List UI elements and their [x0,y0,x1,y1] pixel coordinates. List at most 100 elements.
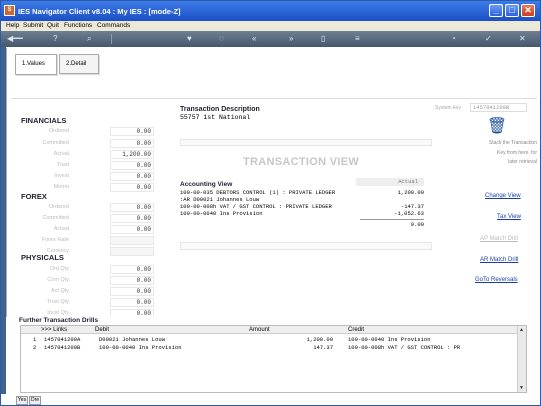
tab-values[interactable]: 1.Values [15,54,57,75]
physicals-comqty-label: Com Qty [47,277,69,283]
yes-button[interactable]: Yes [16,396,28,405]
scroll-up-icon[interactable]: ▲ [519,327,524,333]
acc-line-4: 100-00-0040 Ins Provision [180,210,263,217]
stack-basket-icon[interactable]: 🗑 [486,118,508,136]
acc-line-2: :AR D00021 Johannes Louw [180,196,260,203]
physicals-actqty-label: Act Qty [50,288,69,294]
row-link[interactable]: 1457041200B [44,344,80,351]
acc-total: 0.00 [410,221,424,228]
app-logo-icon: S [4,5,15,16]
dre-button[interactable]: Dre [29,396,41,405]
settings-icon[interactable]: ◔ [451,33,456,45]
close-button[interactable]: ✕ [521,4,535,17]
transaction-view-title: TRANSACTION VIEW [243,156,360,168]
acc-amount-1: 1,200.00 [397,189,424,196]
physicals-ordqty-value[interactable]: 0.00 [110,265,154,274]
system-key-field[interactable]: 1457041200B [470,103,527,112]
row-credit: 100-00-0040 Ins Provision [348,336,431,343]
forex-ordered-value[interactable]: 0.00 [110,203,154,212]
row-debit: 100-00-0040 Ins Provision [99,344,182,351]
page-icon[interactable]: ▯ [321,33,325,45]
search-icon[interactable]: ⌕ [87,33,91,45]
physicals-comqty-value[interactable]: 0.00 [110,276,154,285]
accounting-view: Accounting View Actual 100-00-035 DEBTOR… [180,178,428,241]
physicals-trustqty-label: Trust Qty [46,299,69,305]
title-bar: S IES Navigator Client v8.04 : My IES : … [1,1,540,21]
toolbar: ◀━━ ? ⌕ ♥ ◌ « » ▯ ≡ ◔ ✓ ✕ [1,31,540,47]
accounting-view-label: Accounting View [180,181,233,188]
tab-detail[interactable]: 2.Detail [59,54,99,74]
forward-icon[interactable]: » [289,33,293,45]
financials-heading: FINANCIALS [21,116,67,125]
cancel-icon[interactable]: ✕ [519,33,526,45]
forex-currency-value[interactable] [110,247,154,256]
financials-actual-value[interactable]: 1,200.00 [110,150,154,159]
forex-actual-label: Actual [53,226,69,232]
forex-rate-value[interactable] [110,236,154,245]
drills-grid-header: >>> Links Debit Amount Credit [21,326,526,334]
help-icon[interactable]: ? [53,33,57,45]
maximize-button[interactable]: □ [505,4,519,17]
accounting-scrollbar[interactable] [180,242,432,250]
forex-actual-value[interactable]: 0.00 [110,225,154,234]
goto-reversals-link[interactable]: GoTo Reversals [475,277,518,283]
acc-line-3: 100-00-008h VAT / GST CONTROL : PRIVATE … [180,203,332,210]
acc-line-1: 100-00-035 DEBTORS CONTROL (1) : PRIVATE… [180,189,336,196]
menu-functions[interactable]: Functions [64,22,92,29]
physicals-invstqty-label: Invst Qty [47,310,69,316]
minimize-button[interactable]: _ [489,4,503,17]
total-rule [360,219,424,220]
refresh-icon[interactable]: ◌ [219,33,224,45]
financials-memo-label: Memo [53,184,69,190]
change-view-link[interactable]: Change View [485,193,521,199]
financials-invest-value[interactable]: 0.00 [110,172,154,181]
menu-submit[interactable]: Submit [23,22,43,29]
forex-heading: FOREX [21,192,47,201]
transaction-description-block: Transaction Description 55757 1st Nation… [180,106,260,121]
menu-quit[interactable]: Quit [47,22,59,29]
heart-icon[interactable]: ♥ [187,33,192,45]
financials-memo-value[interactable]: 0.00 [110,183,154,192]
back-arrow-icon[interactable]: ◀━━ [7,33,23,45]
menu-help[interactable]: Help [6,22,19,29]
acc-amount-3: -147.37 [400,203,424,210]
financials-ordered-label: Ordered [48,128,69,134]
later-retrieval-label: later retrieval [508,159,537,165]
financials-ordered-value[interactable]: 0.00 [110,127,154,136]
row-link[interactable]: 1457041200A [44,336,80,343]
physicals-trustqty-value[interactable]: 0.00 [110,298,154,307]
row-number: 1 [33,336,37,343]
actual-column-header: Actual [356,178,424,186]
list-icon[interactable]: ≡ [355,33,360,45]
row-amount: 147.37 [313,344,333,351]
app-window: S IES Navigator Client v8.04 : My IES : … [0,0,541,406]
drills-grid: >>> Links Debit Amount Credit 1 14570412… [20,325,527,393]
physicals-actqty-value[interactable]: 0.00 [110,287,154,296]
table-row[interactable]: 1 1457041200A D00021 Johannes Louw 1,200… [21,336,517,344]
financials-trust-label: Trust [56,162,69,168]
forex-ordered-label: Ordered [48,204,69,210]
financials-trust-value[interactable]: 0.00 [110,161,154,170]
col-credit-header: Credit [348,327,365,333]
menu-commands[interactable]: Commands [97,22,130,29]
key-from-here-label: Key from here, for [496,150,537,156]
rewind-icon[interactable]: « [252,33,256,45]
financials-committed-value[interactable]: 0.00 [110,139,154,148]
forex-committed-label: Committed [42,215,69,221]
forex-rate-label: Forex Rate [41,237,69,243]
tax-view-link[interactable]: Tax View [497,214,521,220]
system-key-label: System key [435,105,461,111]
scroll-down-icon[interactable]: ▼ [519,385,524,391]
financials-actual-label: Actual [53,151,69,157]
check-icon[interactable]: ✓ [485,33,492,45]
forex-committed-value[interactable]: 0.00 [110,214,154,223]
menu-bar: Help Submit Quit Functions Commands [1,21,540,31]
table-row[interactable]: 2 1457041200B 100-00-0040 Ins Provision … [21,344,517,352]
col-amount-header: Amount [249,327,270,333]
drills-vertical-scrollbar[interactable]: ▲ ▼ [517,326,526,392]
ar-match-drill-link[interactable]: AR Match Drill [480,257,518,263]
row-amount: 1,200.00 [306,336,333,343]
description-scrollbar[interactable] [180,139,432,146]
financials-committed-label: Committed [42,140,69,146]
transaction-description-label: Transaction Description [180,106,260,113]
